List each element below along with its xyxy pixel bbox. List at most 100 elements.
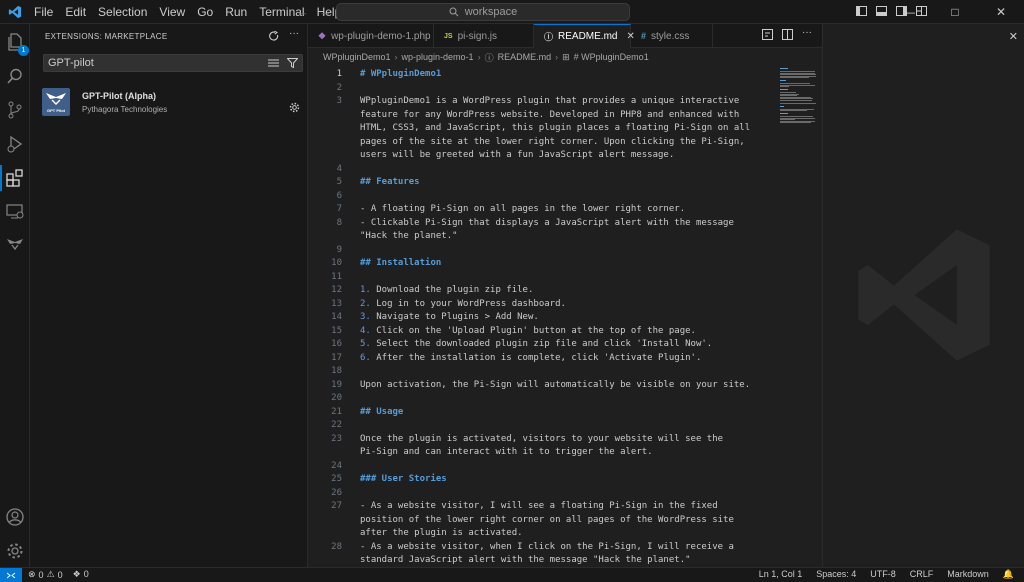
tab-style-css[interactable]: # style.css xyxy=(631,24,713,48)
line-text: standard JavaScript alert with the messa… xyxy=(360,555,691,565)
extensions-icon[interactable] xyxy=(0,165,27,191)
line-text: 3. Navigate to Plugins > Add New. xyxy=(360,312,539,322)
problems-status[interactable]: ⊗ 0 ⚠ 0 xyxy=(28,569,63,580)
code-line: users will be greeted with a fun JavaScr… xyxy=(308,149,778,162)
minimap-line xyxy=(780,122,811,123)
minimize-button[interactable]: — xyxy=(886,0,932,24)
line-number: 24 xyxy=(331,460,342,471)
code-line: 17 6. After the installation is complete,… xyxy=(308,352,778,365)
breadcrumb-item[interactable]: # WPpluginDemo1 xyxy=(574,52,649,62)
code-line: 25 ### User Stories xyxy=(308,473,778,486)
tab-label: pi-sign.js xyxy=(457,30,498,42)
extension-search-box[interactable] xyxy=(43,54,303,72)
line-text: Upon activation, the Pi-Sign will automa… xyxy=(360,379,751,390)
menu-item-edit[interactable]: Edit xyxy=(59,0,92,24)
close-panel-icon[interactable]: ✕ xyxy=(1009,30,1018,43)
maximize-button[interactable]: □ xyxy=(932,0,978,24)
line-text: ### User Stories xyxy=(360,474,447,484)
line-number: 9 xyxy=(336,244,342,255)
breadcrumb: WPpluginDemo1 › wp-plugin-demo-1 › ⓘ README.m… xyxy=(308,48,822,66)
js-icon: JS xyxy=(444,32,453,40)
close-window-button[interactable]: ✕ xyxy=(978,0,1024,24)
sidebar-title: EXTENSIONS: MARKETPLACE xyxy=(45,32,168,41)
refresh-icon[interactable] xyxy=(269,30,279,44)
line-number: 27 xyxy=(331,501,342,511)
settings-gear-icon[interactable] xyxy=(3,539,27,563)
line-number: 8 xyxy=(336,217,342,228)
account-icon[interactable] xyxy=(3,505,27,529)
line-number: 12 xyxy=(331,285,342,295)
line-text: - Clickable Pi-Sign that displays a Java… xyxy=(360,217,734,228)
cursor-position[interactable]: Ln 1, Col 1 xyxy=(759,569,803,580)
breadcrumb-item[interactable]: README.md xyxy=(498,52,552,62)
editor-more-actions-icon[interactable]: ··· xyxy=(802,28,812,43)
line-number: 15 xyxy=(331,325,342,336)
tab-wp-plugin-demo-1-php[interactable]: ❖ wp-plugin-demo-1.php xyxy=(308,24,434,48)
minimap-line xyxy=(780,86,789,87)
more-actions-icon[interactable]: ··· xyxy=(289,29,299,44)
active-indicator xyxy=(0,165,2,191)
editor-area: ❖ wp-plugin-demo-1.php JS pi-sign.js ⓘ README… xyxy=(308,24,822,567)
menu-item-view[interactable]: View xyxy=(153,0,191,24)
info-icon: ⓘ xyxy=(484,52,494,63)
code-line: 23 Once the plugin is activated, visitors… xyxy=(308,433,778,446)
menu-item-selection[interactable]: Selection xyxy=(92,0,153,24)
error-icon: ⊗ xyxy=(28,569,36,579)
source-control-icon[interactable] xyxy=(3,98,27,122)
breadcrumb-item[interactable]: wp-plugin-demo-1 xyxy=(402,52,474,62)
clear-filter-icon[interactable] xyxy=(268,57,279,71)
remote-indicator[interactable] xyxy=(0,568,22,582)
command-center[interactable]: workspace xyxy=(336,3,630,21)
code-line: 27 - As a website visitor, I will see a f… xyxy=(308,500,778,513)
run-debug-icon[interactable] xyxy=(3,132,27,156)
tab-pi-sign-js[interactable]: JS pi-sign.js xyxy=(434,24,534,48)
line-text: after the plugin is activated. xyxy=(360,528,523,538)
search-icon[interactable] xyxy=(3,64,27,88)
line-text: - As a website visitor, I will see a flo… xyxy=(360,501,718,511)
line-number: 22 xyxy=(331,420,342,430)
line-text: WPpluginDemo1 is a WordPress plugin that… xyxy=(360,96,740,106)
code-line: 21 ## Usage xyxy=(308,406,778,419)
open-preview-icon[interactable] xyxy=(762,29,773,43)
filter-icon[interactable] xyxy=(286,57,299,71)
line-text: feature for any WordPress website. Devel… xyxy=(360,109,740,120)
back-arrow-icon[interactable]: ← xyxy=(296,4,309,19)
indentation[interactable]: Spaces: 4 xyxy=(816,569,856,580)
explorer-icon[interactable]: 1 xyxy=(3,30,29,56)
code-line: 16 5. Select the downloaded plugin zip fi… xyxy=(308,338,778,351)
code-line: 10 ## Installation xyxy=(308,257,778,270)
php-icon: ❖ xyxy=(318,30,327,41)
extension-search-input[interactable] xyxy=(44,57,264,69)
breadcrumb-item[interactable]: WPpluginDemo1 xyxy=(323,52,391,62)
code-line: standard JavaScript alert with the messa… xyxy=(308,554,778,567)
chevron-right-icon: › xyxy=(477,52,481,62)
gpt-pilot-icon[interactable] xyxy=(3,232,27,256)
menu-item-go[interactable]: Go xyxy=(191,0,219,24)
code-line: Pi-Sign and can interact with it to trig… xyxy=(308,446,778,459)
forward-arrow-icon[interactable]: → xyxy=(319,4,332,19)
code-line: after the plugin is activated. xyxy=(308,527,778,540)
minimap[interactable] xyxy=(778,66,822,126)
code-line: 12 1. Download the plugin zip file. xyxy=(308,284,778,297)
manage-gear-icon[interactable] xyxy=(289,102,300,116)
ports-status[interactable]: ❖ 0 xyxy=(73,569,89,580)
tab-readme-md[interactable]: ⓘ README.md ✕ xyxy=(534,24,635,48)
minimap-line xyxy=(780,89,788,90)
split-editor-icon[interactable] xyxy=(782,29,793,43)
line-number: 25 xyxy=(331,474,342,484)
extension-list-item[interactable]: GPT Pilot GPT-Pilot (Alpha) Pythagora Te… xyxy=(30,86,307,122)
search-icon xyxy=(449,7,459,17)
line-number: 11 xyxy=(331,271,342,282)
line-text: - A floating Pi-Sign on all pages in the… xyxy=(360,204,686,214)
line-ending[interactable]: CRLF xyxy=(910,569,934,580)
remote-explorer-icon[interactable] xyxy=(3,200,27,224)
language-mode[interactable]: Markdown xyxy=(947,569,989,580)
menu-item-file[interactable]: File xyxy=(28,0,59,24)
line-number: 23 xyxy=(331,433,342,444)
line-text: users will be greeted with a fun JavaScr… xyxy=(360,150,675,160)
toggle-primary-sidebar-icon[interactable] xyxy=(854,4,868,18)
encoding[interactable]: UTF-8 xyxy=(870,569,896,580)
menu-item-run[interactable]: Run xyxy=(219,0,253,24)
notifications-bell-icon[interactable]: 🔔 xyxy=(1003,569,1014,580)
code-editor[interactable]: 1 # WPpluginDemo1 2 3 WPpluginDemo1 is a Wor… xyxy=(308,66,778,567)
